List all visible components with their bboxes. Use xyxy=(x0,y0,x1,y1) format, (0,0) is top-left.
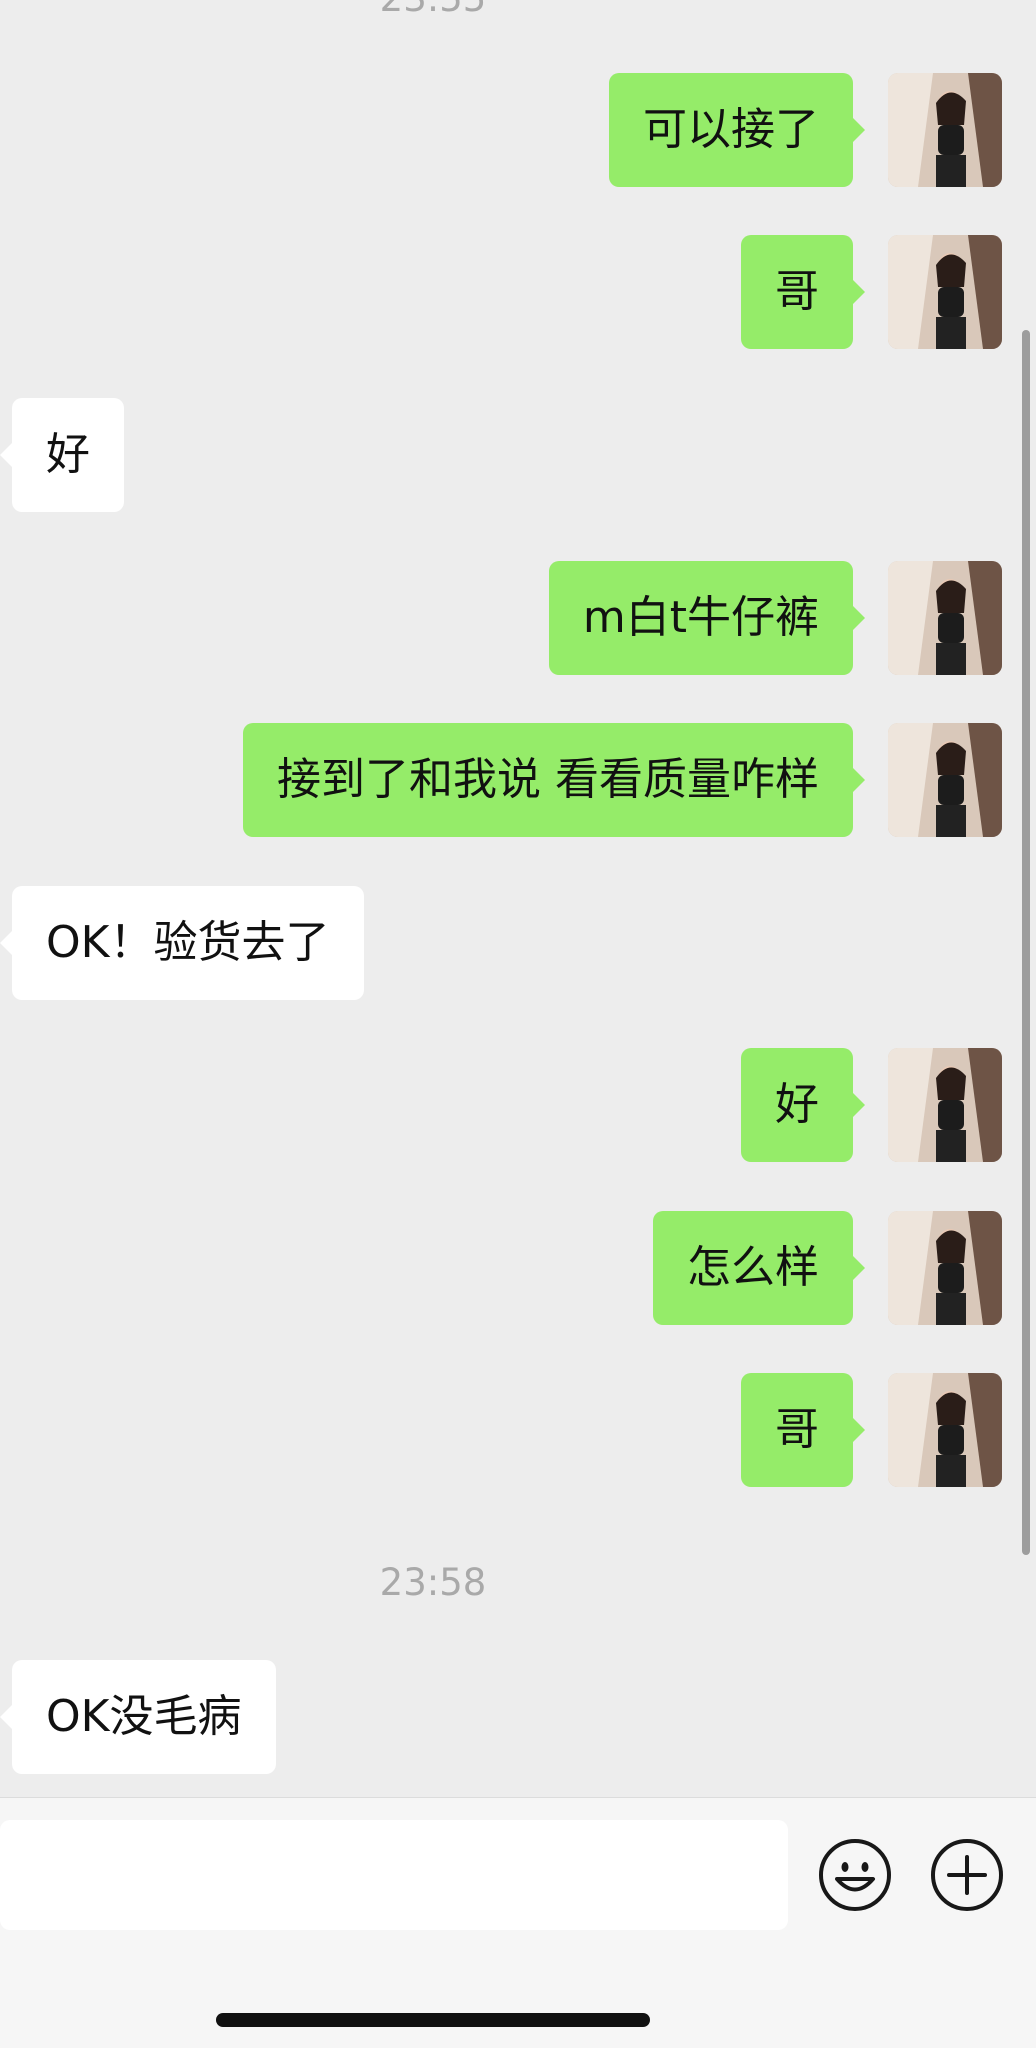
avatar[interactable] xyxy=(888,235,1002,349)
incoming-message[interactable]: 好 xyxy=(0,398,124,512)
home-indicator[interactable] xyxy=(216,2013,650,2027)
avatar[interactable] xyxy=(888,561,1002,675)
outgoing-message[interactable]: 可以接了 xyxy=(609,73,865,187)
avatar-photo-icon xyxy=(888,1373,1002,1487)
emoji-icon xyxy=(819,1839,891,1911)
avatar-photo-icon xyxy=(888,723,1002,837)
avatar[interactable] xyxy=(888,1211,1002,1325)
incoming-message[interactable]: OK！验货去了 xyxy=(0,886,364,1000)
outgoing-message[interactable]: 好 xyxy=(741,1048,865,1162)
avatar-photo-icon xyxy=(888,73,1002,187)
input-bar xyxy=(0,1797,1036,2048)
avatar[interactable] xyxy=(888,73,1002,187)
outgoing-message[interactable]: 怎么样 xyxy=(653,1211,865,1325)
avatar-photo-icon xyxy=(888,235,1002,349)
outgoing-message[interactable]: m白t牛仔裤 xyxy=(548,561,866,675)
scrollbar[interactable] xyxy=(1022,330,1030,1555)
avatar[interactable] xyxy=(888,723,1002,837)
avatar[interactable] xyxy=(888,1048,1002,1162)
avatar-photo-icon xyxy=(888,1211,1002,1325)
more-button[interactable] xyxy=(930,1838,1004,1912)
avatar-photo-icon xyxy=(888,561,1002,675)
plus-circle-icon xyxy=(931,1839,1003,1911)
timestamp: 23:55 xyxy=(0,0,866,22)
outgoing-message[interactable]: 接到了和我说 看看质量咋样 xyxy=(243,723,865,837)
avatar[interactable] xyxy=(888,1373,1002,1487)
chat-area[interactable]: 23:55 可以接了 哥 好 m白t牛仔裤 xyxy=(0,0,1036,1797)
outgoing-message[interactable]: 哥 xyxy=(741,235,865,349)
incoming-message[interactable]: OK没毛病 xyxy=(0,1660,276,1774)
timestamp: 23:58 xyxy=(379,1561,487,1604)
avatar-photo-icon xyxy=(888,1048,1002,1162)
message-input[interactable] xyxy=(0,1820,788,1930)
emoji-button[interactable] xyxy=(818,1838,892,1912)
outgoing-message[interactable]: 哥 xyxy=(741,1373,865,1487)
